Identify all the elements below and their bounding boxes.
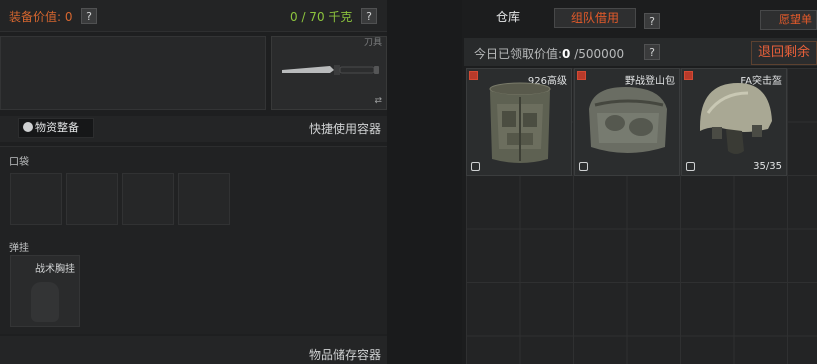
- equipment-value-help-icon[interactable]: ?: [81, 8, 97, 24]
- equipment-panel: 装备价值: 0 ? 0 / 70 千克 ? 刀具 ⇄ 物资整备 快捷使用容器 口…: [0, 0, 387, 364]
- claim-help-icon[interactable]: ?: [644, 44, 660, 60]
- wishlist-button[interactable]: 愿望单: [760, 10, 817, 30]
- claimed-value-prefix: 今日已领取价值:: [474, 47, 563, 61]
- organize-supplies-button[interactable]: 物资整备: [18, 118, 94, 138]
- panel-divider: [387, 0, 462, 364]
- pocket-slot[interactable]: [122, 173, 174, 225]
- warehouse-tabs: 仓库 组队借用 ? 愿望单: [462, 4, 817, 30]
- inventory-item[interactable]: FA突击盔 35/35: [681, 68, 787, 176]
- storage-container-label: 物品储存容器: [308, 348, 381, 362]
- equipment-value-label: 装备价值: 0: [9, 10, 73, 24]
- large-backpack-icon: [489, 82, 551, 163]
- claimed-value-limit: /500000: [574, 47, 625, 61]
- claimed-value-amount: 0: [562, 47, 571, 61]
- chest-rig-icon: [31, 282, 59, 322]
- cube-icon: [579, 162, 588, 171]
- pocket-label: 口袋: [9, 157, 29, 168]
- chest-rig-slot[interactable]: 战术胸挂: [10, 255, 80, 327]
- knife-icon: [282, 65, 379, 75]
- pocket-slot[interactable]: [178, 173, 230, 225]
- swap-icon[interactable]: ⇄: [374, 96, 382, 106]
- inventory-item[interactable]: 野战登山包: [574, 68, 680, 176]
- storage-container-bar: 物品储存容器: [0, 336, 387, 364]
- organize-button-label: 物资整备: [35, 121, 79, 134]
- claimed-value-text: 今日已领取价值:0 /500000: [474, 45, 624, 62]
- warehouse-panel: 仓库 组队借用 ? 愿望单 今日已领取价值:0 /500000 ? 退回剩余 9…: [462, 0, 817, 364]
- cube-icon: [686, 162, 695, 171]
- cube-icon: [471, 162, 480, 171]
- melee-weapon-slot[interactable]: 刀具 ⇄: [271, 36, 387, 110]
- equipment-topbar: 装备价值: 0 ? 0 / 70 千克 ?: [0, 0, 387, 32]
- weight-capacity-label: 0 / 70 千克: [290, 10, 353, 24]
- team-borrow-help-icon[interactable]: ?: [644, 13, 660, 29]
- primary-weapon-slot[interactable]: [0, 36, 266, 110]
- pocket-slot[interactable]: [10, 173, 62, 225]
- field-backpack-icon: [589, 87, 667, 153]
- quick-use-container-bar: 物资整备 快捷使用容器: [0, 116, 387, 142]
- inventory-item[interactable]: 926高级: [466, 68, 572, 176]
- pocket-slot[interactable]: [66, 173, 118, 225]
- ammo-rig-label: 弹挂: [9, 243, 29, 254]
- pocket-area: 口袋 弹挂 战术胸挂: [0, 146, 387, 334]
- tab-team-borrow[interactable]: 组队借用: [554, 8, 636, 28]
- chest-rig-name: 战术胸挂: [35, 264, 75, 275]
- tab-warehouse[interactable]: 仓库: [468, 4, 548, 30]
- durability-label: 35/35: [753, 161, 782, 172]
- supplies-icon: [23, 122, 33, 132]
- weight-help-icon[interactable]: ?: [361, 8, 377, 24]
- return-remaining-button[interactable]: 退回剩余: [751, 41, 817, 65]
- quick-use-container-label: 快捷使用容器: [308, 122, 381, 136]
